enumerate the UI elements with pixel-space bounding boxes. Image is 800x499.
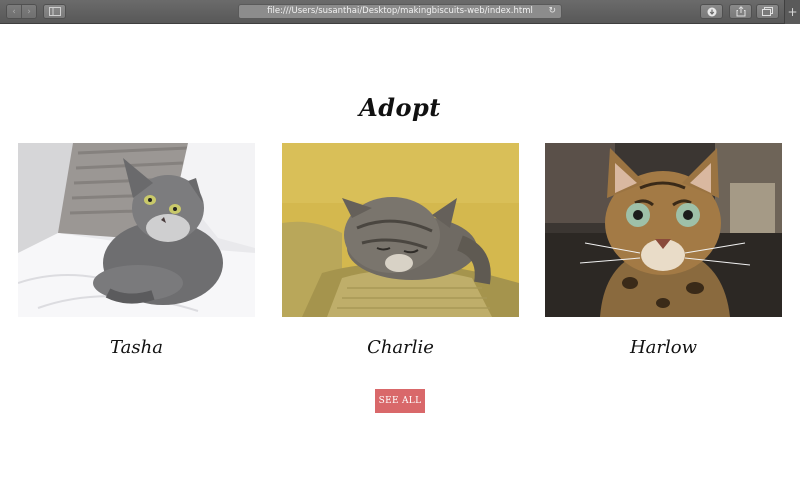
cat-card-tasha[interactable]: Tasha	[18, 143, 255, 358]
share-button[interactable]	[729, 4, 752, 19]
download-icon	[707, 7, 716, 16]
back-button[interactable]: ‹	[7, 5, 21, 18]
cat-photo-tasha[interactable]	[18, 143, 255, 317]
tabs-icon	[762, 7, 773, 16]
navigation-buttons: ‹ ›	[6, 4, 37, 19]
browser-toolbar: ‹ › file:///Users/susanthai/Desktop/maki…	[0, 0, 800, 24]
chevron-left-icon: ‹	[12, 6, 16, 17]
cat-name-harlow[interactable]: Harlow	[545, 337, 782, 358]
page-title: Adopt	[359, 93, 441, 122]
new-tab-button[interactable]: +	[784, 0, 800, 24]
sidebar-button[interactable]	[43, 4, 66, 19]
cat-card-harlow[interactable]: Harlow	[545, 143, 782, 358]
cat-card-charlie[interactable]: Charlie	[282, 143, 519, 358]
cat-name-tasha[interactable]: Tasha	[18, 337, 255, 358]
plus-icon: +	[787, 5, 798, 19]
cat-name-charlie[interactable]: Charlie	[282, 337, 519, 358]
share-icon	[736, 6, 745, 17]
reload-icon[interactable]: ↻	[548, 5, 556, 18]
forward-button[interactable]: ›	[21, 5, 36, 18]
chevron-right-icon: ›	[27, 6, 31, 17]
url-text: file:///Users/susanthai/Desktop/makingbi…	[267, 6, 533, 16]
downloads-button[interactable]	[700, 4, 723, 19]
see-all-button[interactable]: SEE ALL	[375, 389, 425, 413]
sidebar-icon	[48, 7, 61, 16]
show-tabs-button[interactable]	[756, 4, 779, 19]
cat-photo-harlow[interactable]	[545, 143, 782, 317]
cat-photo-charlie[interactable]	[282, 143, 519, 317]
address-bar[interactable]: file:///Users/susanthai/Desktop/makingbi…	[238, 4, 562, 19]
